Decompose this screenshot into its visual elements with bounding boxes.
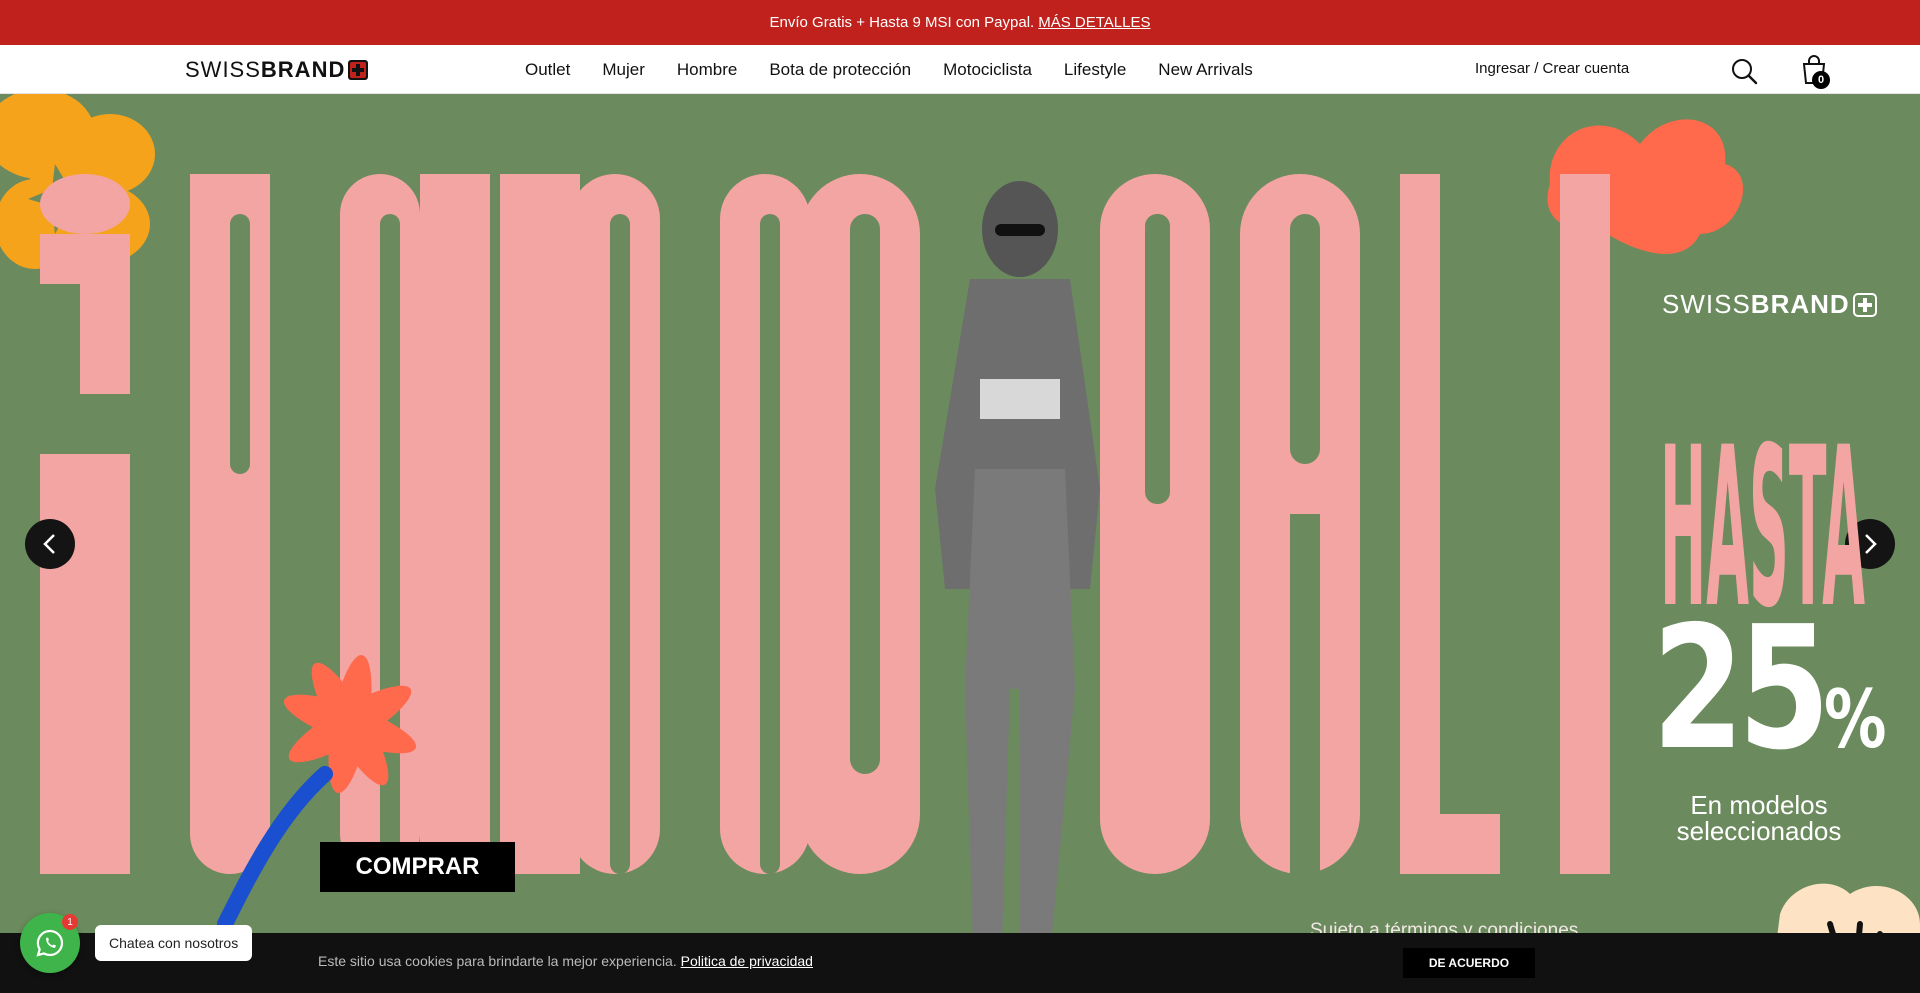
chat-notification-badge: 1	[62, 914, 78, 930]
chevron-left-icon	[43, 534, 55, 554]
nav-item-motociclista[interactable]: Motociclista	[943, 60, 1032, 80]
discount-percent: 25%	[1652, 604, 1887, 795]
accept-cookies-button[interactable]: DE ACUERDO	[1403, 948, 1535, 978]
whatsapp-icon	[36, 929, 64, 957]
cookie-bar: Este sitio usa cookies para brindarte la…	[0, 933, 1920, 993]
hero-banner: SWISS BRAND HASTA 25% En modelos seleccio…	[0, 94, 1920, 993]
modelos-line-2: seleccionados	[1676, 816, 1842, 846]
prev-slide-button[interactable]	[25, 519, 75, 569]
cart-count-badge: 0	[1812, 71, 1830, 89]
hasta-heading: HASTA	[1660, 400, 1865, 619]
modelos-line-1: En modelos	[1690, 790, 1828, 820]
comprar-button[interactable]: COMPRAR	[320, 842, 515, 892]
nav-item-new-arrivals[interactable]: New Arrivals	[1158, 60, 1252, 80]
site-logo[interactable]: SWISS BRAND	[185, 57, 369, 83]
hero-brand-logo: SWISS BRAND	[1662, 289, 1877, 320]
swiss-cross-icon	[348, 60, 369, 80]
nav-item-lifestyle[interactable]: Lifestyle	[1064, 60, 1126, 80]
privacy-policy-link[interactable]: Politica de privacidad	[681, 953, 813, 969]
percent-sign: %	[1824, 673, 1887, 766]
announcement-bar: Envío Gratis + Hasta 9 MSI con Paypal. M…	[0, 0, 1920, 45]
cookie-message: Este sitio usa cookies para brindarte la…	[318, 953, 813, 969]
logo-text-light: SWISS	[185, 57, 261, 82]
modelos-text: En modelos seleccionados	[1640, 792, 1878, 844]
nav-item-outlet[interactable]: Outlet	[525, 60, 570, 80]
nav-item-bota-proteccion[interactable]: Bota de protección	[769, 60, 911, 80]
account-link[interactable]: Ingresar / Crear cuenta	[1475, 60, 1629, 77]
discount-value: 25	[1652, 590, 1830, 788]
swiss-cross-icon	[1852, 292, 1877, 317]
hero-brand-light: SWISS	[1662, 289, 1751, 319]
hasta-text: HASTA	[1660, 400, 1865, 619]
main-nav: Outlet Mujer Hombre Bota de protección M…	[525, 45, 1253, 94]
cookie-text: Este sitio usa cookies para brindarte la…	[318, 953, 677, 969]
announcement-details-link[interactable]: MÁS DETALLES	[1038, 14, 1150, 31]
model-photo	[935, 181, 1100, 993]
hero-brand-bold: BRAND	[1750, 289, 1850, 319]
site-header: SWISS BRAND Outlet Mujer Hombre Bota de p…	[0, 45, 1920, 94]
logo-text-bold: BRAND	[260, 57, 346, 82]
nav-item-mujer[interactable]: Mujer	[602, 60, 645, 80]
search-icon[interactable]	[1730, 57, 1758, 85]
announcement-text: Envío Gratis + Hasta 9 MSI con Paypal.	[769, 14, 1035, 31]
chat-label[interactable]: Chatea con nosotros	[95, 925, 253, 961]
nav-item-hombre[interactable]: Hombre	[677, 60, 737, 80]
